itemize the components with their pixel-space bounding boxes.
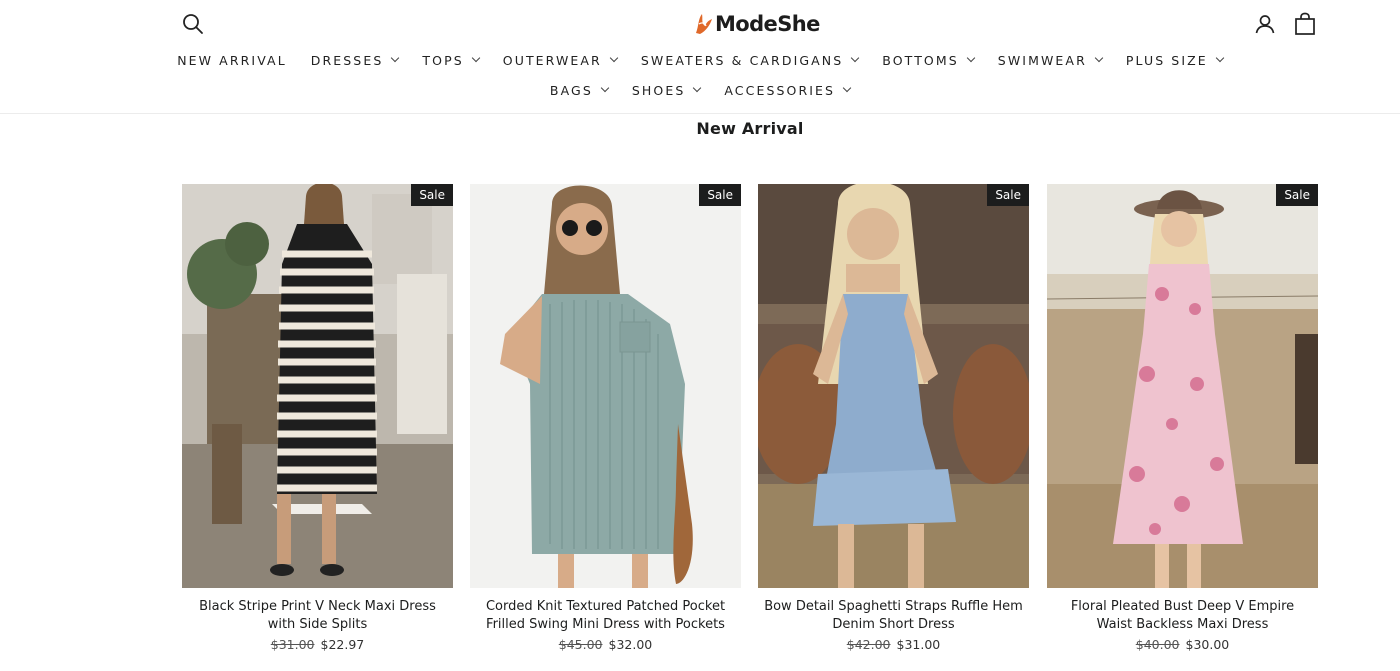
product-card[interactable]: Sale Corded Knit Textured Patched Pocket… (470, 184, 741, 652)
logo-mark-icon (696, 14, 712, 34)
nav-label: BOTTOMS (882, 52, 959, 68)
nav-label: BAGS (549, 82, 593, 98)
product-price: $31.00 $22.97 (182, 637, 453, 652)
nav-bags[interactable]: BAGS (538, 80, 620, 100)
chevron-down-icon (609, 53, 619, 63)
product-title[interactable]: Black Stripe Print V Neck Maxi Dress wit… (182, 598, 453, 634)
nav-swimwear[interactable]: SWIMWEAR (986, 50, 1114, 70)
sale-badge: Sale (987, 184, 1029, 206)
sale-price: $32.00 (608, 637, 653, 652)
chevron-down-icon (471, 53, 480, 63)
site-logo[interactable]: ModeShe (693, 8, 820, 40)
product-title[interactable]: Floral Pleated Bust Deep V Empire Waist … (1047, 598, 1318, 634)
product-price: $40.00 $30.00 (1047, 637, 1318, 652)
product-price: $42.00 $31.00 (758, 637, 1029, 652)
sale-badge: Sale (1276, 184, 1318, 206)
product-card[interactable]: Sale Floral Pleated Bust Deep V Empire W… (1047, 184, 1318, 652)
product-price: $45.00 $32.00 (470, 637, 741, 652)
nav-label: TOPS (422, 52, 464, 68)
original-price: $40.00 (1135, 637, 1180, 652)
original-price: $45.00 (558, 637, 603, 652)
product-card[interactable]: Sale Bow Detail Spaghetti Straps Ruffle … (758, 184, 1029, 652)
product-title[interactable]: Corded Knit Textured Patched Pocket Fril… (470, 598, 741, 634)
nav-label: NEW ARRIVAL (177, 52, 287, 68)
product-image[interactable]: Sale (470, 184, 741, 588)
nav-label: SWIMWEAR (997, 52, 1087, 68)
product-image[interactable]: Sale (1047, 184, 1318, 588)
nav-new-arrival[interactable]: NEW ARRIVAL (165, 50, 299, 70)
sale-price: $30.00 (1185, 637, 1230, 652)
user-icon[interactable] (1254, 13, 1278, 37)
chevron-down-icon (851, 53, 860, 63)
site-header: ModeShe NEW ARRIVAL DRESSES TOPS OUTERWE… (0, 0, 1400, 114)
chevron-down-icon (842, 83, 852, 93)
nav-label: DRESSES (310, 52, 384, 68)
main-nav-row-1: NEW ARRIVAL DRESSES TOPS OUTERWEAR SWEAT… (0, 50, 1400, 70)
chevron-down-icon (1094, 53, 1104, 63)
nav-label: SHOES (631, 82, 686, 98)
product-title[interactable]: Bow Detail Spaghetti Straps Ruffle Hem D… (758, 598, 1029, 634)
chevron-down-icon (966, 53, 976, 63)
nav-shoes[interactable]: SHOES (620, 80, 713, 100)
nav-label: SWEATERS & CARDIGANS (640, 52, 844, 68)
chevron-down-icon (391, 53, 400, 63)
nav-tops[interactable]: TOPS (410, 50, 490, 70)
original-price: $31.00 (270, 637, 315, 652)
chevron-down-icon (600, 83, 610, 93)
main-nav-row-2: BAGS SHOES ACCESSORIES (0, 80, 1400, 100)
shopping-bag-icon[interactable] (1294, 12, 1318, 36)
nav-bottoms[interactable]: BOTTOMS (870, 50, 986, 70)
sale-badge: Sale (699, 184, 741, 206)
chevron-down-icon (693, 83, 702, 93)
original-price: $42.00 (846, 637, 891, 652)
search-icon[interactable] (182, 13, 206, 37)
product-image[interactable]: Sale (182, 184, 453, 588)
section-title: New Arrival (696, 119, 804, 138)
sale-price: $31.00 (896, 637, 941, 652)
nav-label: OUTERWEAR (502, 52, 602, 68)
sale-price: $22.97 (320, 637, 365, 652)
product-card[interactable]: Sale Black Stripe Print V Neck Maxi Dres… (182, 184, 453, 652)
logo-text: ModeShe (715, 12, 820, 36)
chevron-down-icon (1215, 53, 1225, 63)
sale-badge: Sale (411, 184, 453, 206)
nav-label: ACCESSORIES (724, 82, 836, 98)
nav-outerwear[interactable]: OUTERWEAR (491, 50, 629, 70)
product-image[interactable]: Sale (758, 184, 1029, 588)
nav-plus-size[interactable]: PLUS SIZE (1114, 50, 1235, 70)
nav-sweaters-cardigans[interactable]: SWEATERS & CARDIGANS (629, 50, 870, 70)
nav-label: PLUS SIZE (1125, 52, 1208, 68)
nav-dresses[interactable]: DRESSES (299, 50, 411, 70)
nav-accessories[interactable]: ACCESSORIES (712, 80, 862, 100)
